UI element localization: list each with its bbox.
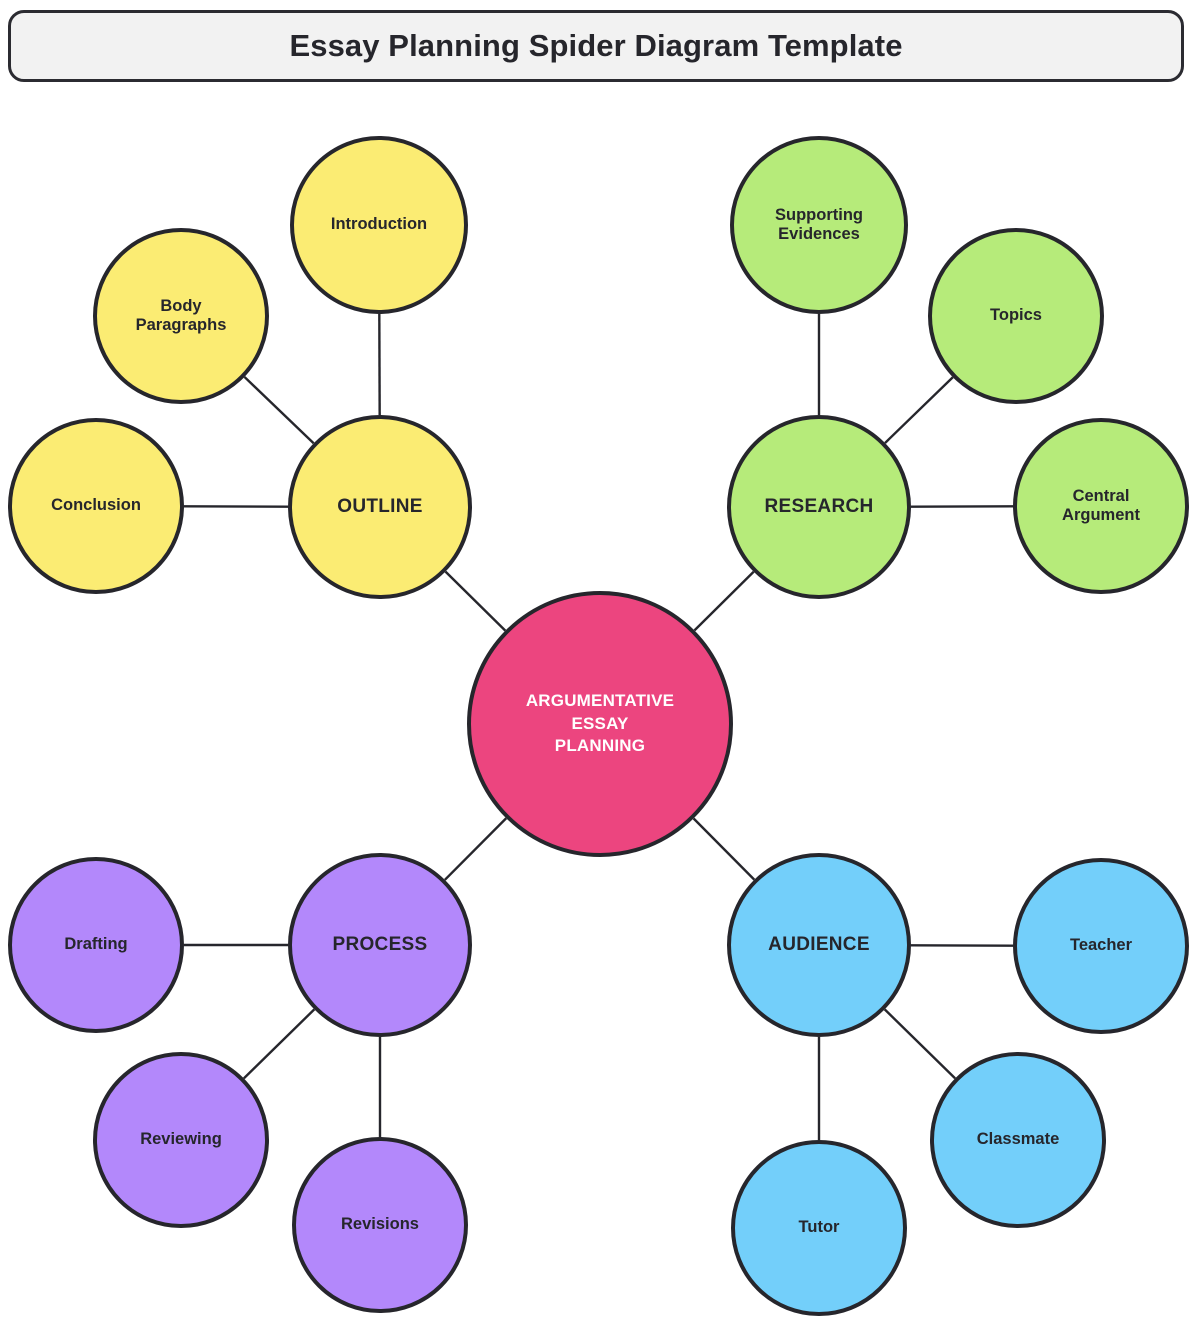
node-drafting-label: Drafting — [64, 935, 128, 954]
node-introduction-label: Introduction — [330, 215, 428, 234]
node-conclusion-label: Conclusion — [51, 496, 141, 515]
node-central-argument-label: Central Argument — [1062, 486, 1140, 524]
node-revisions-label: Revisions — [341, 1215, 419, 1234]
node-reviewing-label: Reviewing — [140, 1130, 222, 1149]
node-supporting-evidences[interactable]: Supporting Evidences — [730, 136, 908, 314]
node-teacher[interactable]: Teacher — [1013, 858, 1189, 1034]
node-tutor-label: Tutor — [798, 1218, 840, 1237]
edge-outline-to-body-paragraphs — [243, 376, 315, 445]
node-tutor[interactable]: Tutor — [731, 1140, 907, 1316]
edge-audience-to-classmate — [883, 1008, 956, 1080]
page-title-bar: Essay Planning Spider Diagram Template — [8, 10, 1184, 82]
node-drafting[interactable]: Drafting — [8, 857, 184, 1033]
edge-center-to-outline — [444, 570, 507, 632]
node-audience[interactable]: AUDIENCE — [727, 853, 911, 1037]
node-center[interactable]: ARGUMENTATIVE ESSAY PLANNING — [467, 591, 733, 857]
node-body-paragraphs[interactable]: Body Paragraphs — [93, 228, 269, 404]
node-central-argument[interactable]: Central Argument — [1013, 418, 1189, 594]
edge-center-to-research — [693, 570, 755, 632]
node-reviewing[interactable]: Reviewing — [93, 1052, 269, 1228]
node-classmate[interactable]: Classmate — [930, 1052, 1106, 1228]
node-outline[interactable]: OUTLINE — [288, 415, 472, 599]
node-outline-label: OUTLINE — [337, 495, 423, 517]
node-topics-label: Topics — [990, 306, 1042, 325]
node-revisions[interactable]: Revisions — [292, 1137, 468, 1313]
edge-research-to-topics — [884, 376, 954, 444]
node-audience-label: AUDIENCE — [768, 933, 870, 955]
node-supporting-evidences-label: Supporting Evidences — [775, 205, 863, 243]
node-introduction[interactable]: Introduction — [290, 136, 468, 314]
node-research-label: RESEARCH — [764, 495, 874, 517]
node-classmate-label: Classmate — [976, 1130, 1060, 1149]
node-conclusion[interactable]: Conclusion — [8, 418, 184, 594]
node-process-label: PROCESS — [332, 933, 428, 955]
page-title: Essay Planning Spider Diagram Template — [289, 28, 903, 63]
node-center-label: ARGUMENTATIVE ESSAY PLANNING — [525, 691, 675, 756]
node-research[interactable]: RESEARCH — [727, 415, 911, 599]
node-process[interactable]: PROCESS — [288, 853, 472, 1037]
edge-center-to-audience — [692, 817, 756, 881]
node-teacher-label: Teacher — [1069, 936, 1133, 955]
edge-process-to-reviewing — [243, 1008, 316, 1080]
node-topics[interactable]: Topics — [928, 228, 1104, 404]
diagram-canvas: Essay Planning Spider Diagram Template I… — [0, 0, 1200, 1326]
edge-center-to-process — [444, 817, 508, 881]
node-body-paragraphs-label: Body Paragraphs — [135, 296, 227, 334]
